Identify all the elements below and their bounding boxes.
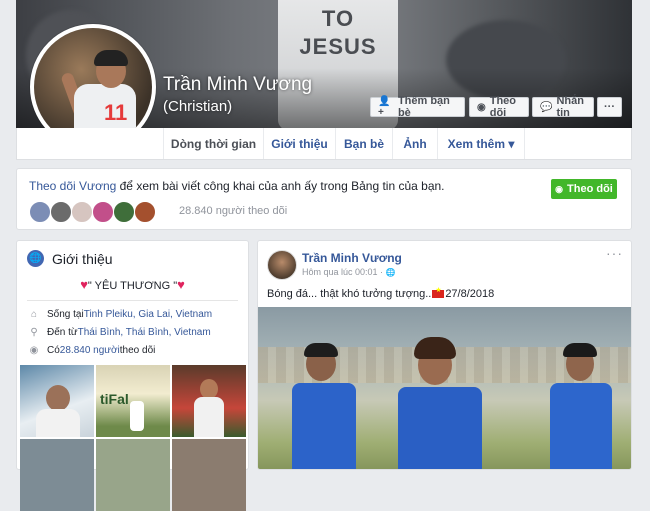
globe-icon: 🌐 [27,250,44,267]
message-button[interactable]: 💬 Nhắn tin [532,95,594,119]
player-jersey [292,383,356,469]
post-photo[interactable] [258,307,631,469]
profile-tabs: Dòng thời gian Giới thiệu Bạn bè Ảnh Xem… [16,128,632,160]
timeline-post: Trần Minh Vương Hôm qua lúc 00:01 · 🌐 ··… [257,240,632,470]
follow-prompt-body: để xem bài viết công khai của anh ấy tro… [116,179,445,193]
intro-photo-grid: tiFal [20,365,246,511]
message-label: Nhắn tin [556,95,584,119]
follow-link[interactable]: Theo dõi Vương [29,179,116,193]
player-hair [414,337,456,359]
follower-faces [29,201,156,223]
post-text: Bóng đá... thật khó tưởng tượng.. 27/8/20… [267,286,495,300]
divider [27,300,238,301]
intro-header: 🌐 Giới thiệu [27,250,113,267]
add-friend-button[interactable]: 👤+ Thêm bạn bè [370,95,465,119]
photo-thumbnail[interactable] [20,439,94,511]
from-link[interactable]: Thái Bình, Thái Bình, Vietnam [78,327,211,338]
heart-icon: ♥ [177,277,185,292]
follow-prompt: Theo dõi Vương để xem bài viết công khai… [16,168,632,230]
follower-avatar[interactable] [71,201,93,223]
intro-title: Giới thiệu [52,250,113,267]
cover-text-line: TO [321,6,355,31]
follow-button[interactable]: ◉ Theo dõi [469,95,529,119]
photo-thumbnail[interactable] [20,365,94,437]
intro-bio: ♥" YÊU THƯƠNG "♥ [17,277,248,292]
from-row: ⚲ Đến từ Thái Bình, Thái Bình, Vietnam [27,327,211,338]
vietnam-flag-icon [432,286,445,299]
lives-link[interactable]: Tinh Pleiku, Gia Lai, Vietnam [84,309,212,320]
tab-about[interactable]: Giới thiệu [263,128,335,159]
player-jersey [550,383,612,469]
followers-suffix: theo dõi [119,345,156,356]
add-friend-icon: 👤+ [378,96,391,118]
post-text-main: Bóng đá... thật khó tưởng tượng.. [267,288,432,300]
photo-thumbnail[interactable] [172,439,246,511]
follow-prompt-text: Theo dõi Vương để xem bài viết công khai… [29,179,445,193]
rss-icon: ◉ [477,101,486,113]
follower-count: 28.840 người theo dõi [179,205,288,217]
more-icon: ··· [604,101,615,113]
post-options-button[interactable]: ··· [606,245,623,261]
tab-more[interactable]: Xem thêm ▾ [437,128,525,159]
profile-name[interactable]: Trần Minh Vương [163,74,312,96]
more-options-button[interactable]: ··· [597,97,622,117]
add-friend-label: Thêm bạn bè [397,95,450,119]
cover-text-line: JESUS [299,34,377,59]
follower-avatar[interactable] [113,201,135,223]
globe-icon: 🌐 [385,268,396,277]
followers-row: ◉ Có 28.840 người theo dõi [27,345,156,356]
rss-icon: ◉ [555,183,564,194]
follow-label: Theo dõi [489,95,517,119]
followers-prefix: Có [47,345,60,356]
lives-prefix: Sống tại [47,309,84,320]
rss-icon: ◉ [29,345,39,356]
avatar-hair [94,50,128,66]
from-prefix: Đến từ [47,327,78,338]
location-pin-icon: ⚲ [30,327,38,338]
followers-link[interactable]: 28.840 người [60,345,120,356]
post-author-avatar[interactable] [267,250,297,280]
lives-in-row: ⌂ Sống tại Tinh Pleiku, Gia Lai, Vietnam [27,309,212,320]
intro-card: 🌐 Giới thiệu ♥" YÊU THƯƠNG "♥ ⌂ Sống tại… [16,240,249,511]
tab-photos[interactable]: Ảnh [392,128,437,159]
follow-green-button[interactable]: ◉ Theo dõi [551,179,617,199]
follower-avatar[interactable] [50,201,72,223]
tab-timeline[interactable]: Dòng thời gian [163,128,263,159]
tab-friends[interactable]: Bạn bè [335,128,392,159]
photo-thumbnail[interactable]: tiFal [96,365,170,437]
photo-thumbnail[interactable] [172,365,246,437]
follow-green-label: Theo dõi [567,183,613,195]
heart-icon: ♥ [80,277,88,292]
home-icon: ⌂ [30,309,38,320]
profile-alternate-name: (Christian) [163,98,233,115]
post-time-text: Hôm qua lúc 00:01 · [302,267,384,277]
bio-text: " YÊU THƯƠNG " [87,280,178,292]
avatar-jersey-number: 11 [104,100,128,125]
player-hair [563,343,597,357]
post-text-date: 27/8/2018 [445,288,495,300]
follower-avatar[interactable] [134,201,156,223]
post-timestamp[interactable]: Hôm qua lúc 00:01 · 🌐 [302,267,396,277]
player-hair [304,343,338,357]
photo-thumbnail[interactable] [96,439,170,511]
player-jersey [398,387,482,469]
messenger-icon: 💬 [540,101,553,113]
follower-avatar[interactable] [92,201,114,223]
post-author-name[interactable]: Trần Minh Vương [302,251,402,265]
follower-avatar[interactable] [29,201,51,223]
